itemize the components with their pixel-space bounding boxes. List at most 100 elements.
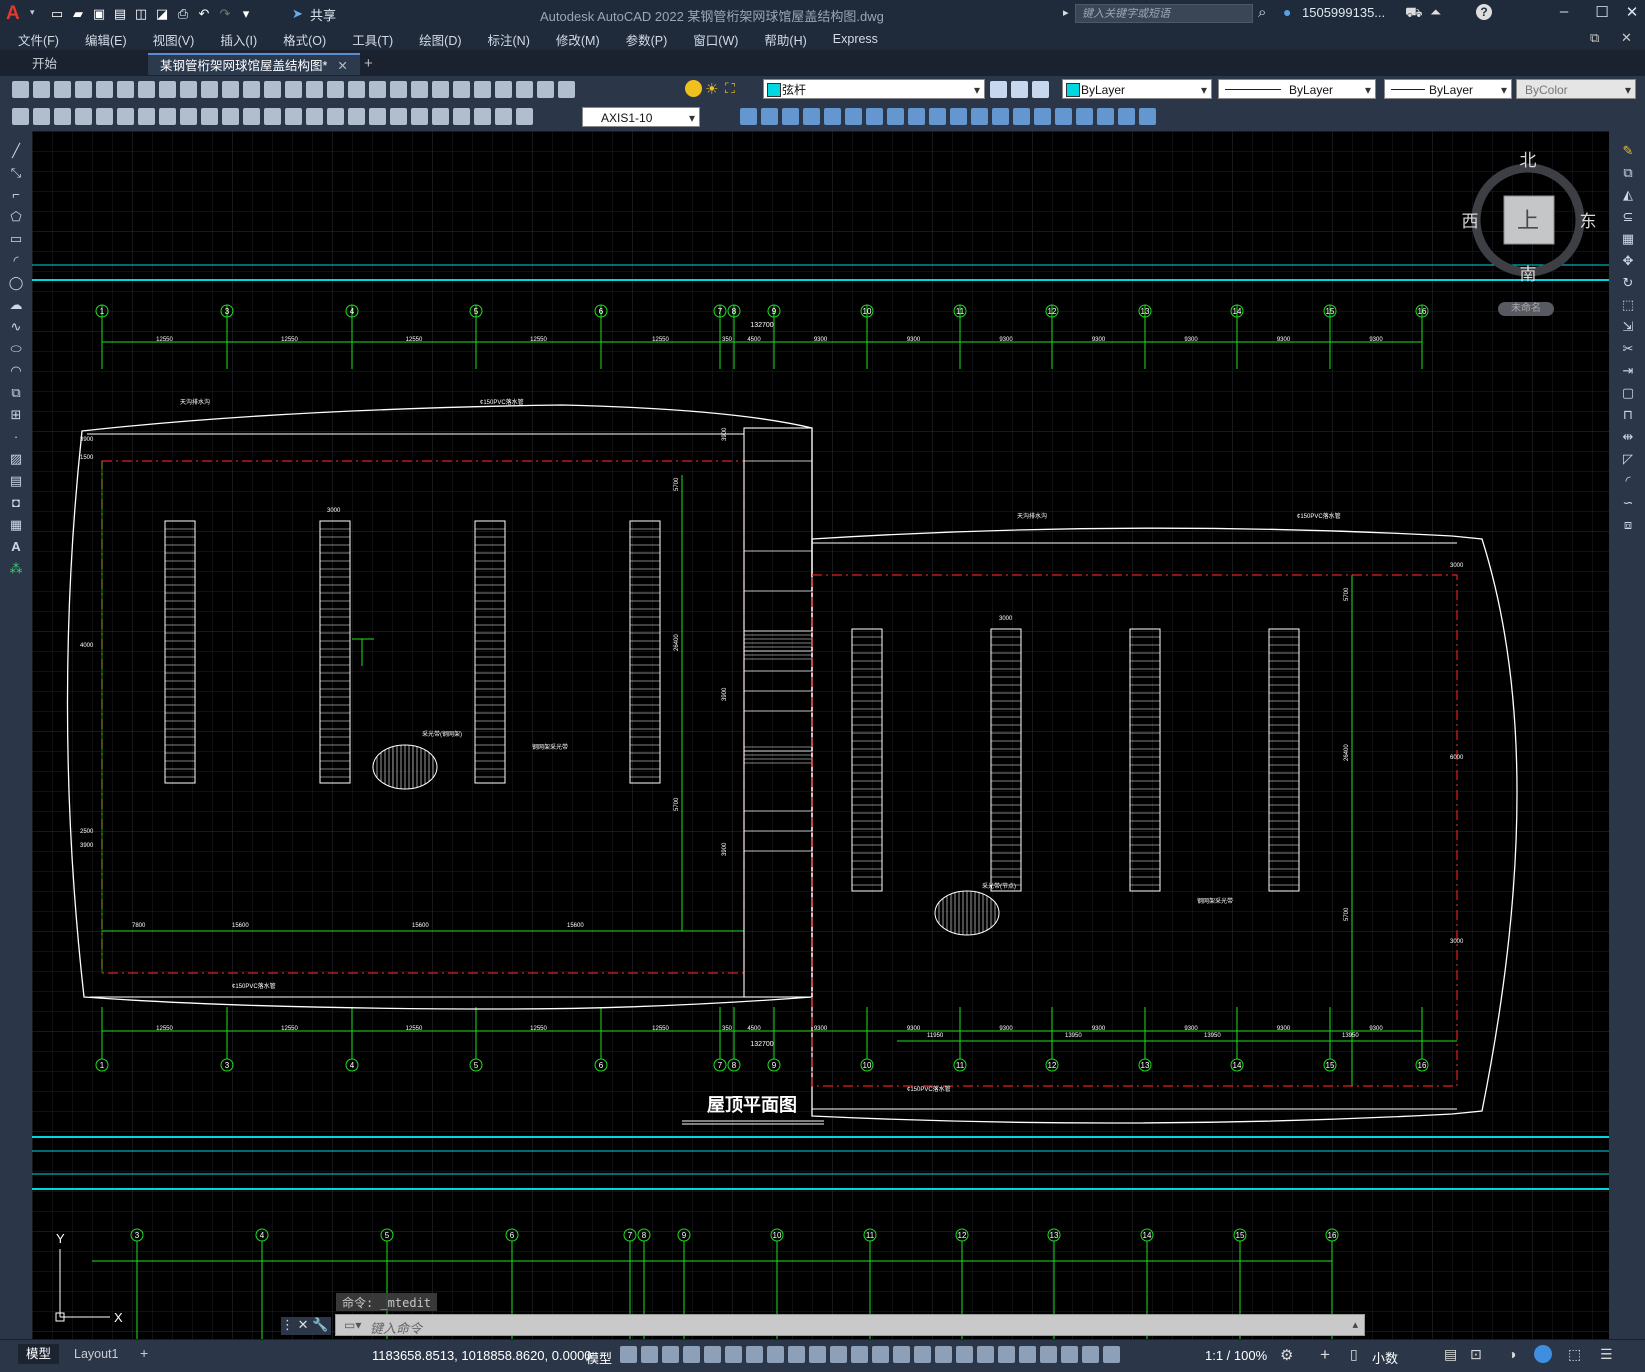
share-label[interactable]: 共享 [310, 5, 336, 24]
save-icon[interactable]: ▣ [90, 5, 108, 23]
lineweight-dropdown[interactable]: ByLayer [1384, 79, 1512, 100]
std-tool-16-icon[interactable] [327, 81, 344, 98]
save-web-icon[interactable]: ◪ [153, 5, 171, 23]
status-toggle-20-icon[interactable] [1019, 1346, 1036, 1363]
open-folder-icon[interactable]: ▰ [69, 5, 87, 23]
arc-icon[interactable]: ◜ [7, 253, 25, 269]
ellipse-arc-icon[interactable]: ◠ [7, 363, 25, 379]
dim-tool-11-icon[interactable] [222, 108, 239, 125]
new-file-icon[interactable]: ▭ [48, 5, 66, 23]
dim-tool-24-icon[interactable] [495, 108, 512, 125]
menu-parametric[interactable]: 参数(P) [626, 30, 668, 49]
status-toggle-9-icon[interactable] [788, 1346, 805, 1363]
mod-tool-17-icon[interactable] [1076, 108, 1093, 125]
status-toggle-19-icon[interactable] [998, 1346, 1015, 1363]
dim-tool-5-icon[interactable] [96, 108, 113, 125]
dimstyle-dropdown[interactable]: AXIS1-10 [582, 107, 700, 128]
status-toggle-21-icon[interactable] [1040, 1346, 1057, 1363]
search-input[interactable]: 键入关键字或短语 [1075, 4, 1253, 23]
viewcube-west[interactable]: 西 [1462, 212, 1479, 231]
mod-tool-10-icon[interactable] [929, 108, 946, 125]
std-tool-4-icon[interactable] [75, 81, 92, 98]
viewcube-svg[interactable]: 上 北 南 西 东 [1460, 140, 1600, 285]
status-toggle-2-icon[interactable] [641, 1346, 658, 1363]
units-dropdown[interactable]: 小数 [1372, 1348, 1398, 1367]
erase-icon[interactable]: ✎ [1619, 143, 1637, 159]
hardware-accel-icon[interactable] [1534, 1345, 1552, 1363]
tab-drawing[interactable]: 某钢管桁架网球馆屋盖结构图* ✕ [148, 53, 360, 75]
units-icon[interactable]: ▯ [1350, 1346, 1358, 1363]
annotation-monitor-icon[interactable]: + [1320, 1345, 1330, 1365]
dim-tool-10-icon[interactable] [201, 108, 218, 125]
dim-tool-4-icon[interactable] [75, 108, 92, 125]
offset-icon[interactable]: ⊆ [1619, 209, 1637, 225]
mod-tool-11-icon[interactable] [950, 108, 967, 125]
hatch-icon[interactable]: ▨ [7, 451, 25, 467]
mod-tool-20-icon[interactable] [1139, 108, 1156, 125]
std-tool-17-icon[interactable] [348, 81, 365, 98]
customize-qat-icon[interactable]: ▾ [237, 5, 255, 23]
move-icon[interactable]: ✥ [1619, 253, 1637, 269]
rotate-icon[interactable]: ↻ [1619, 275, 1637, 291]
status-toggle-16-icon[interactable] [935, 1346, 952, 1363]
status-toggle-22-icon[interactable] [1061, 1346, 1078, 1363]
std-tool-7-icon[interactable] [138, 81, 155, 98]
make-current-icon[interactable] [1032, 81, 1049, 98]
mod-tool-13-icon[interactable] [992, 108, 1009, 125]
dim-tool-21-icon[interactable] [432, 108, 449, 125]
redo-icon[interactable]: ↷ [216, 5, 234, 23]
polygon-icon[interactable]: ⬠ [7, 209, 25, 225]
layer-on-icon[interactable] [685, 80, 702, 97]
std-tool-3-icon[interactable] [54, 81, 71, 98]
status-toggle-12-icon[interactable] [851, 1346, 868, 1363]
std-tool-9-icon[interactable] [180, 81, 197, 98]
tab-start[interactable]: 开始 [20, 53, 69, 75]
dim-tool-15-icon[interactable] [306, 108, 323, 125]
explode-icon[interactable]: ⧈ [1619, 517, 1637, 533]
lock-ui-icon[interactable]: ⊡ [1470, 1346, 1482, 1363]
workspace-gear-icon[interactable]: ⚙ [1280, 1346, 1293, 1364]
std-tool-23-icon[interactable] [474, 81, 491, 98]
doc-close-icon[interactable]: ✕ [1621, 30, 1632, 46]
clean-screen-icon[interactable]: ⬚ [1568, 1346, 1581, 1363]
help-icon[interactable]: ? [1476, 4, 1492, 20]
break-at-point-icon[interactable]: ▢ [1619, 385, 1637, 401]
cmd-recent-icon[interactable]: ▴ [1352, 1318, 1358, 1331]
dim-tool-3-icon[interactable] [54, 108, 71, 125]
user-icon[interactable]: ● [1283, 4, 1291, 20]
dim-tool-8-icon[interactable] [159, 108, 176, 125]
mod-tool-15-icon[interactable] [1034, 108, 1051, 125]
drawing-canvas[interactable]: 1 3 4 5 6 7 8 9 10 11 12 13 14 15 16 12550 12550 12550 125… [32, 131, 1609, 1339]
viewcube-east[interactable]: 东 [1580, 212, 1597, 231]
rectangle-icon[interactable]: ▭ [7, 231, 25, 247]
mtext-icon[interactable]: A [7, 539, 25, 555]
dim-tool-20-icon[interactable] [411, 108, 428, 125]
linetype-dropdown[interactable]: ByLayer [1218, 79, 1376, 100]
tab-close-icon[interactable]: ✕ [337, 59, 347, 73]
add-layout-icon[interactable]: + [140, 1345, 148, 1361]
cart-icon[interactable]: ⛟ [1405, 4, 1423, 23]
user-name[interactable]: 1505999135... [1302, 5, 1385, 20]
mod-tool-14-icon[interactable] [1013, 108, 1030, 125]
trim-icon[interactable]: ✂ [1619, 341, 1637, 357]
mod-tool-18-icon[interactable] [1097, 108, 1114, 125]
gradient-icon[interactable]: ▤ [7, 473, 25, 489]
revcloud-icon[interactable]: ☁ [7, 297, 25, 313]
layer-dropdown[interactable]: 弦杆 [763, 79, 985, 100]
std-tool-5-icon[interactable] [96, 81, 113, 98]
dim-tool-6-icon[interactable] [117, 108, 134, 125]
new-tab-icon[interactable]: + [364, 55, 373, 72]
mod-tool-1-icon[interactable] [740, 108, 757, 125]
layer-previous-icon[interactable] [1011, 81, 1028, 98]
menu-express[interactable]: Express [833, 32, 878, 46]
join-icon[interactable]: ⇹ [1619, 429, 1637, 445]
search-expand-icon[interactable]: ▸ [1063, 6, 1069, 19]
construction-line-icon[interactable]: ⤡ [7, 165, 25, 181]
cmd-close-icon[interactable]: ⋮ ✕ 🔧 [281, 1317, 331, 1335]
dim-tool-17-icon[interactable] [348, 108, 365, 125]
minimize-icon[interactable]: – [1552, 3, 1576, 23]
std-tool-15-icon[interactable] [306, 81, 323, 98]
dim-tool-2-icon[interactable] [33, 108, 50, 125]
array-icon[interactable]: ▦ [1619, 231, 1637, 247]
status-toggle-14-icon[interactable] [893, 1346, 910, 1363]
